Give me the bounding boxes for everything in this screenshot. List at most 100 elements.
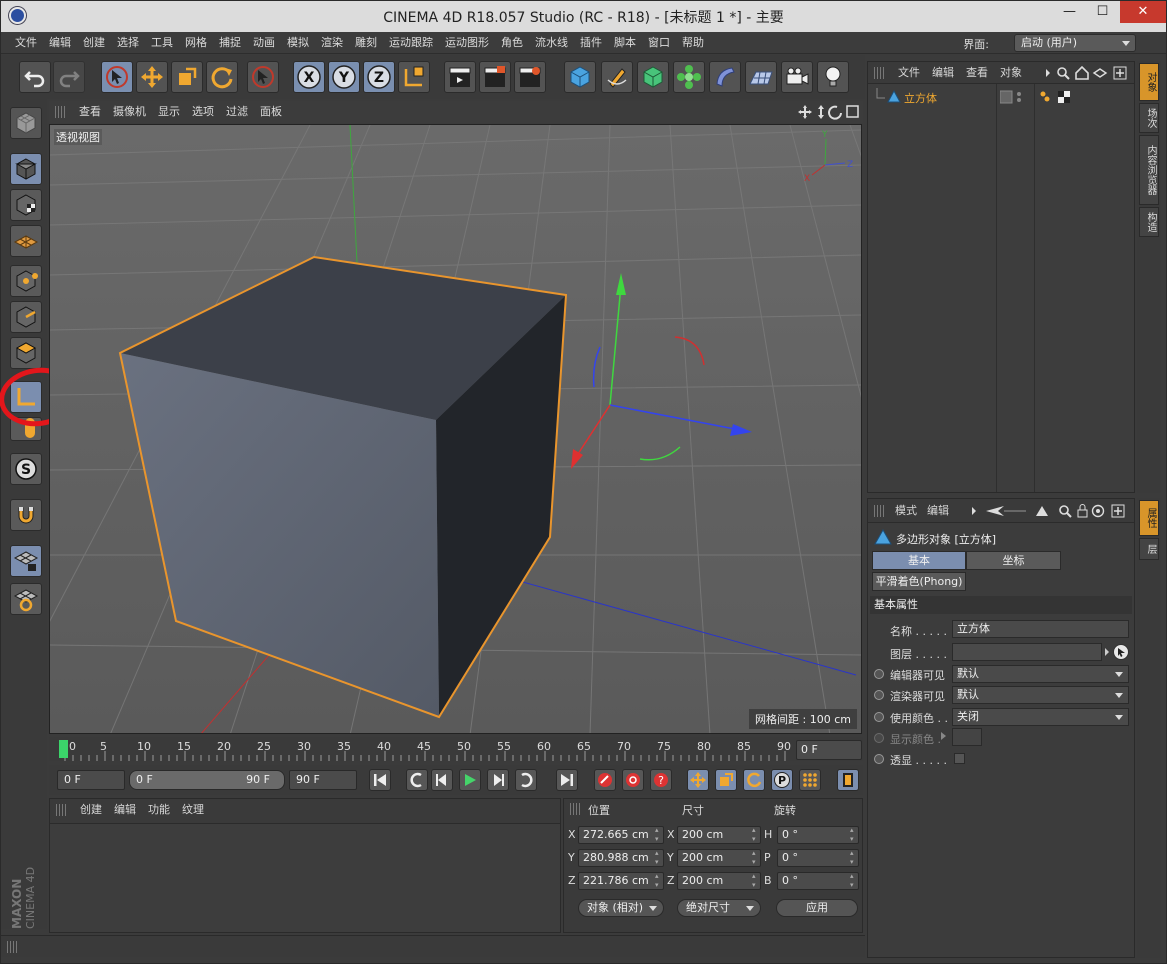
snap-button[interactable]: [10, 499, 42, 531]
menu-script[interactable]: 脚本: [608, 32, 642, 54]
attr-tab-coordinates[interactable]: 坐标: [966, 551, 1061, 570]
minimize-button[interactable]: —: [1053, 1, 1086, 23]
make-editable-button[interactable]: [10, 107, 42, 139]
menu-snap[interactable]: 捕捉: [213, 32, 247, 54]
deformer-button[interactable]: [709, 61, 741, 93]
size-mode-select[interactable]: 绝对尺寸: [677, 899, 761, 917]
position-track-button[interactable]: [687, 769, 709, 791]
viewport-menu-display[interactable]: 显示: [152, 101, 186, 123]
object-row-cube[interactable]: 立方体: [868, 88, 1136, 106]
previous-key-button[interactable]: [406, 769, 428, 791]
menu-plugins[interactable]: 插件: [574, 32, 608, 54]
material-menu-create[interactable]: 创建: [74, 799, 108, 821]
current-frame-field[interactable]: 0 F: [796, 740, 862, 760]
object-menu-objects[interactable]: 对象: [994, 62, 1028, 84]
editor-visible-animate-icon[interactable]: [874, 669, 884, 679]
timeline-window-button[interactable]: [837, 769, 859, 791]
object-name[interactable]: 立方体: [904, 90, 937, 106]
attr-tab-basic[interactable]: 基本: [872, 551, 966, 570]
undo-button[interactable]: [19, 61, 51, 93]
rotate-tool-button[interactable]: [206, 61, 238, 93]
planar-workplane-button[interactable]: [10, 583, 42, 615]
live-selection-button[interactable]: [101, 61, 133, 93]
render-settings-button[interactable]: [514, 61, 546, 93]
menu-help[interactable]: 帮助: [676, 32, 710, 54]
play-button[interactable]: [459, 769, 481, 791]
model-mode-button[interactable]: [10, 153, 42, 185]
menu-mesh[interactable]: 网格: [179, 32, 213, 54]
pen-tool-button[interactable]: [601, 61, 633, 93]
tab-takes[interactable]: 场次: [1139, 103, 1159, 133]
render-visible-animate-icon[interactable]: [874, 690, 884, 700]
coordinate-mode-select[interactable]: 对象 (相对): [578, 899, 664, 917]
close-button[interactable]: ✕: [1120, 1, 1166, 23]
xray-animate-icon[interactable]: [874, 754, 884, 764]
polygons-mode-button[interactable]: [10, 337, 42, 369]
menu-mograph[interactable]: 运动图形: [439, 32, 495, 54]
name-field[interactable]: 立方体: [952, 620, 1129, 638]
position-z-field[interactable]: 221.786 cm: [578, 872, 664, 890]
render-visible-select[interactable]: 默认: [952, 686, 1129, 704]
object-menu-file[interactable]: 文件: [892, 62, 926, 84]
menu-window[interactable]: 窗口: [642, 32, 676, 54]
end-frame-field[interactable]: 90 F: [289, 770, 357, 790]
rotation-h-field[interactable]: 0 °: [777, 826, 859, 844]
render-view-button[interactable]: [444, 61, 476, 93]
workplane-mode-button[interactable]: [10, 225, 42, 257]
object-manager-tool-icons[interactable]: [1044, 66, 1130, 80]
menu-motion-tracking[interactable]: 运动跟踪: [383, 32, 439, 54]
solo-button[interactable]: S: [10, 453, 42, 485]
object-menu-view[interactable]: 查看: [960, 62, 994, 84]
texture-mode-button[interactable]: [10, 189, 42, 221]
cloner-button[interactable]: [673, 61, 705, 93]
menu-create[interactable]: 创建: [77, 32, 111, 54]
xray-checkbox[interactable]: [954, 753, 965, 764]
light-object-button[interactable]: [817, 61, 849, 93]
scale-tool-button[interactable]: [171, 61, 203, 93]
subdivision-surface-button[interactable]: [637, 61, 669, 93]
next-frame-button[interactable]: [487, 769, 509, 791]
render-to-picture-viewer-button[interactable]: [479, 61, 511, 93]
menu-simulate[interactable]: 模拟: [281, 32, 315, 54]
camera-object-button[interactable]: [781, 61, 813, 93]
viewport-navigation-icons[interactable]: [797, 104, 859, 120]
material-list-area[interactable]: [50, 823, 560, 932]
key-selection-button[interactable]: ?: [650, 769, 672, 791]
attr-menu-edit[interactable]: 编辑: [922, 499, 954, 523]
rotation-p-field[interactable]: 0 °: [777, 849, 859, 867]
viewport-menu-camera[interactable]: 摄像机: [107, 101, 152, 123]
tab-objects[interactable]: 对象: [1139, 63, 1159, 101]
lock-z-axis-button[interactable]: Z: [363, 61, 395, 93]
layer-field[interactable]: [952, 643, 1102, 661]
attr-menu-mode[interactable]: 模式: [890, 499, 922, 523]
position-x-field[interactable]: 272.665 cm: [578, 826, 664, 844]
attr-tab-phong[interactable]: 平滑着色(Phong): [872, 572, 966, 591]
layer-visibility-icon[interactable]: [1000, 90, 1026, 104]
menu-sculpt[interactable]: 雕刻: [349, 32, 383, 54]
edges-mode-button[interactable]: [10, 301, 42, 333]
parameter-track-button[interactable]: P: [771, 769, 793, 791]
menu-file[interactable]: 文件: [9, 32, 43, 54]
material-menu-texture[interactable]: 纹理: [176, 799, 210, 821]
move-tool-button[interactable]: [136, 61, 168, 93]
coordinate-system-button[interactable]: [398, 61, 430, 93]
cube-object-button[interactable]: [564, 61, 596, 93]
next-key-button[interactable]: [515, 769, 537, 791]
editor-visible-select[interactable]: 默认: [952, 665, 1129, 683]
apply-button[interactable]: 应用: [776, 899, 858, 917]
lock-x-axis-button[interactable]: X: [293, 61, 325, 93]
layout-select[interactable]: 启动 (用户): [1014, 34, 1136, 52]
last-tool-button[interactable]: [247, 61, 279, 93]
material-menu-edit[interactable]: 编辑: [108, 799, 142, 821]
viewport-menu-options[interactable]: 选项: [186, 101, 220, 123]
object-menu-edit[interactable]: 编辑: [926, 62, 960, 84]
perspective-viewport[interactable]: Y Z X 透视视图 网格间距 : 100 cm: [49, 124, 862, 734]
material-menu-function[interactable]: 功能: [142, 799, 176, 821]
layer-picker-icon[interactable]: [1104, 643, 1130, 661]
previous-frame-button[interactable]: [431, 769, 453, 791]
size-z-field[interactable]: 200 cm: [677, 872, 761, 890]
menu-select[interactable]: 选择: [111, 32, 145, 54]
menu-character[interactable]: 角色: [495, 32, 529, 54]
menu-edit[interactable]: 编辑: [43, 32, 77, 54]
scale-track-button[interactable]: [715, 769, 737, 791]
